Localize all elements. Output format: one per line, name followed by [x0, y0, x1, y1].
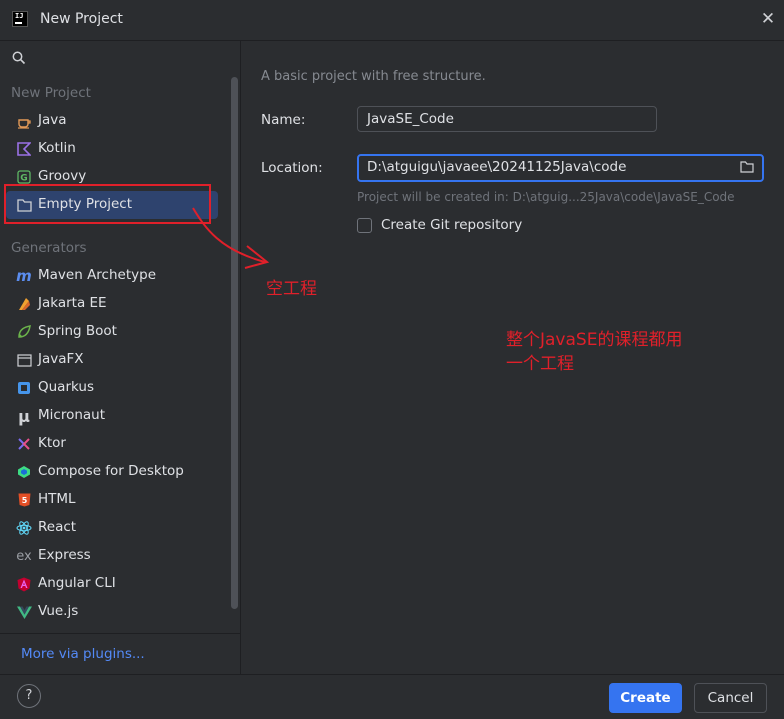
sidebar-item-react[interactable]: React — [6, 514, 218, 542]
name-label: Name: — [261, 112, 306, 128]
sidebar-item-javafx[interactable]: JavaFX — [6, 346, 218, 374]
sidebar-item-java[interactable]: Java — [6, 107, 218, 135]
close-icon[interactable]: ✕ — [760, 9, 776, 29]
svg-text:5: 5 — [21, 496, 27, 505]
more-via-plugins-link[interactable]: More via plugins... — [21, 646, 145, 662]
javafx-icon — [16, 352, 32, 368]
create-git-repository-label[interactable]: Create Git repository — [381, 217, 522, 233]
html5-icon: 5 — [16, 492, 32, 508]
title-bar: IJ New Project ✕ — [0, 0, 784, 41]
section-generators: Generators — [11, 240, 87, 256]
vue-icon — [16, 604, 32, 620]
quarkus-icon — [16, 380, 32, 396]
micronaut-icon: μ — [18, 406, 30, 426]
maven-icon: m — [16, 267, 32, 285]
sidebar-item-vuejs[interactable]: Vue.js — [6, 598, 218, 626]
sidebar-item-express[interactable]: ex Express — [6, 542, 218, 570]
section-new-project: New Project — [11, 85, 91, 101]
sidebar-item-jakarta-ee[interactable]: Jakarta EE — [6, 290, 218, 318]
create-git-repository-checkbox[interactable] — [357, 218, 372, 233]
angular-icon — [16, 576, 32, 592]
window-title: New Project — [40, 11, 123, 27]
intellij-logo-icon: IJ — [12, 11, 28, 27]
annotation-main-note-line2: 一个工程 — [506, 354, 574, 374]
location-label: Location: — [261, 160, 323, 176]
help-button[interactable]: ? — [17, 684, 41, 708]
sidebar-item-quarkus[interactable]: Quarkus — [6, 374, 218, 402]
sidebar-item-angular-cli[interactable]: Angular CLI — [6, 570, 218, 598]
sidebar-item-html[interactable]: 5 HTML — [6, 486, 218, 514]
sidebar-item-compose-for-desktop[interactable]: Compose for Desktop — [6, 458, 218, 486]
annotation-arrow — [192, 207, 270, 269]
location-hint: Project will be created in: D:\atguig...… — [357, 190, 735, 204]
sidebar-item-kotlin[interactable]: Kotlin — [6, 135, 218, 163]
ktor-icon — [16, 436, 32, 452]
jakarta-icon — [16, 296, 32, 312]
java-cup-icon — [16, 113, 32, 129]
annotation-main-note-line1: 整个JavaSE的课程都用 — [506, 330, 683, 350]
search-icon[interactable] — [12, 51, 26, 65]
sidebar-divider — [0, 633, 240, 634]
folder-browse-icon[interactable] — [740, 161, 754, 173]
sidebar: New Project Java Kotlin G Groovy Empty P… — [0, 41, 241, 674]
spring-icon — [16, 324, 32, 340]
sidebar-scrollbar[interactable] — [231, 77, 238, 609]
name-field[interactable]: JavaSE_Code — [357, 106, 657, 132]
react-icon — [16, 520, 32, 536]
dialog-footer: ? Create Cancel — [0, 674, 784, 719]
project-description: A basic project with free structure. — [261, 69, 486, 84]
cancel-button[interactable]: Cancel — [694, 683, 767, 713]
sidebar-item-spring-boot[interactable]: Spring Boot — [6, 318, 218, 346]
kotlin-icon — [16, 141, 32, 157]
sidebar-item-micronaut[interactable]: μ Micronaut — [6, 402, 218, 430]
sidebar-item-ktor[interactable]: Ktor — [6, 430, 218, 458]
express-icon: ex — [16, 548, 32, 564]
annotation-empty-project-note: 空工程 — [266, 279, 317, 299]
svg-text:G: G — [20, 174, 27, 184]
location-field[interactable]: D:\atguigu\javaee\20241125Java\code — [357, 154, 764, 182]
groovy-icon: G — [16, 169, 32, 185]
create-button[interactable]: Create — [609, 683, 682, 713]
annotation-highlight-box — [4, 184, 211, 224]
compose-icon — [16, 464, 32, 480]
